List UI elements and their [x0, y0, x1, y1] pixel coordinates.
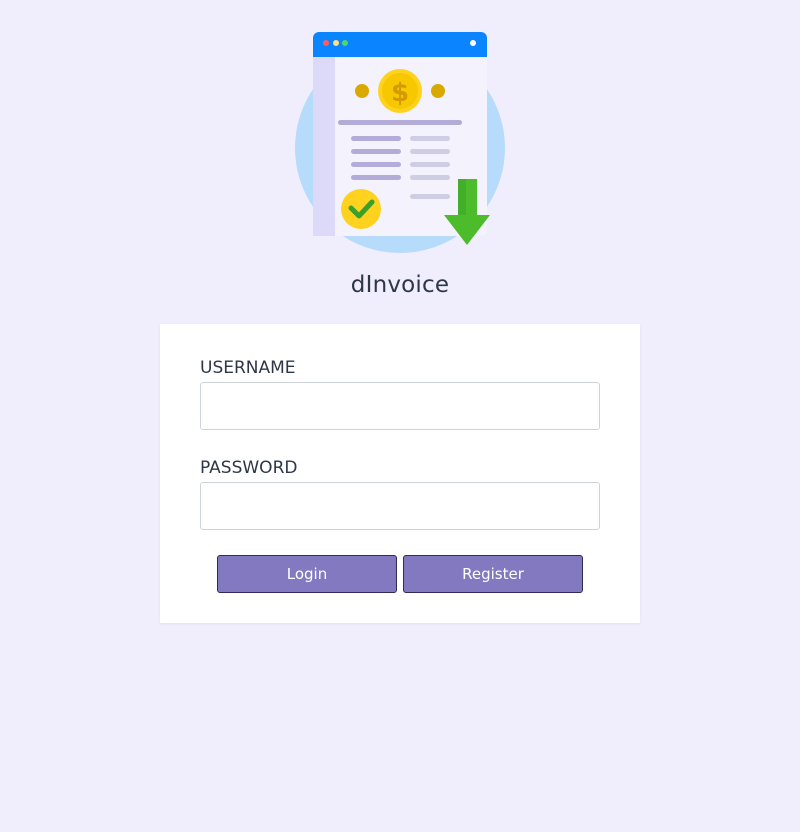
- invoice-logo-icon: $: [295, 32, 505, 253]
- username-label: USERNAME: [200, 358, 296, 378]
- password-label: PASSWORD: [200, 458, 298, 478]
- login-card: USERNAME PASSWORD Login Register: [160, 324, 640, 623]
- password-input[interactable]: [200, 482, 600, 530]
- app-title: dInvoice: [350, 272, 450, 298]
- login-button[interactable]: Login: [217, 555, 397, 593]
- username-input[interactable]: [200, 382, 600, 430]
- register-button[interactable]: Register: [403, 555, 583, 593]
- svg-text:$: $: [391, 78, 409, 108]
